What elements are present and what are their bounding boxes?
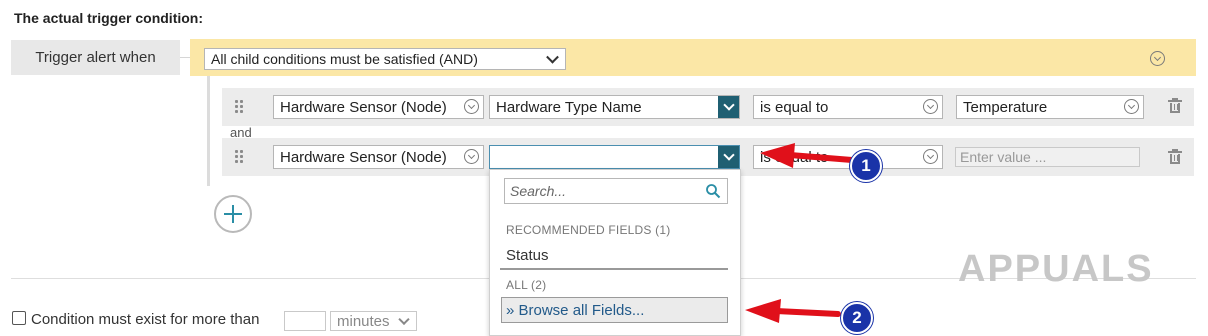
annotation-arrows xyxy=(745,143,855,323)
annotation-arrow-1 xyxy=(760,143,855,168)
annotation-badge-1: 1 xyxy=(850,150,882,182)
annotation-arrow-2 xyxy=(745,299,841,323)
annotation-badge-2: 2 xyxy=(841,302,873,334)
